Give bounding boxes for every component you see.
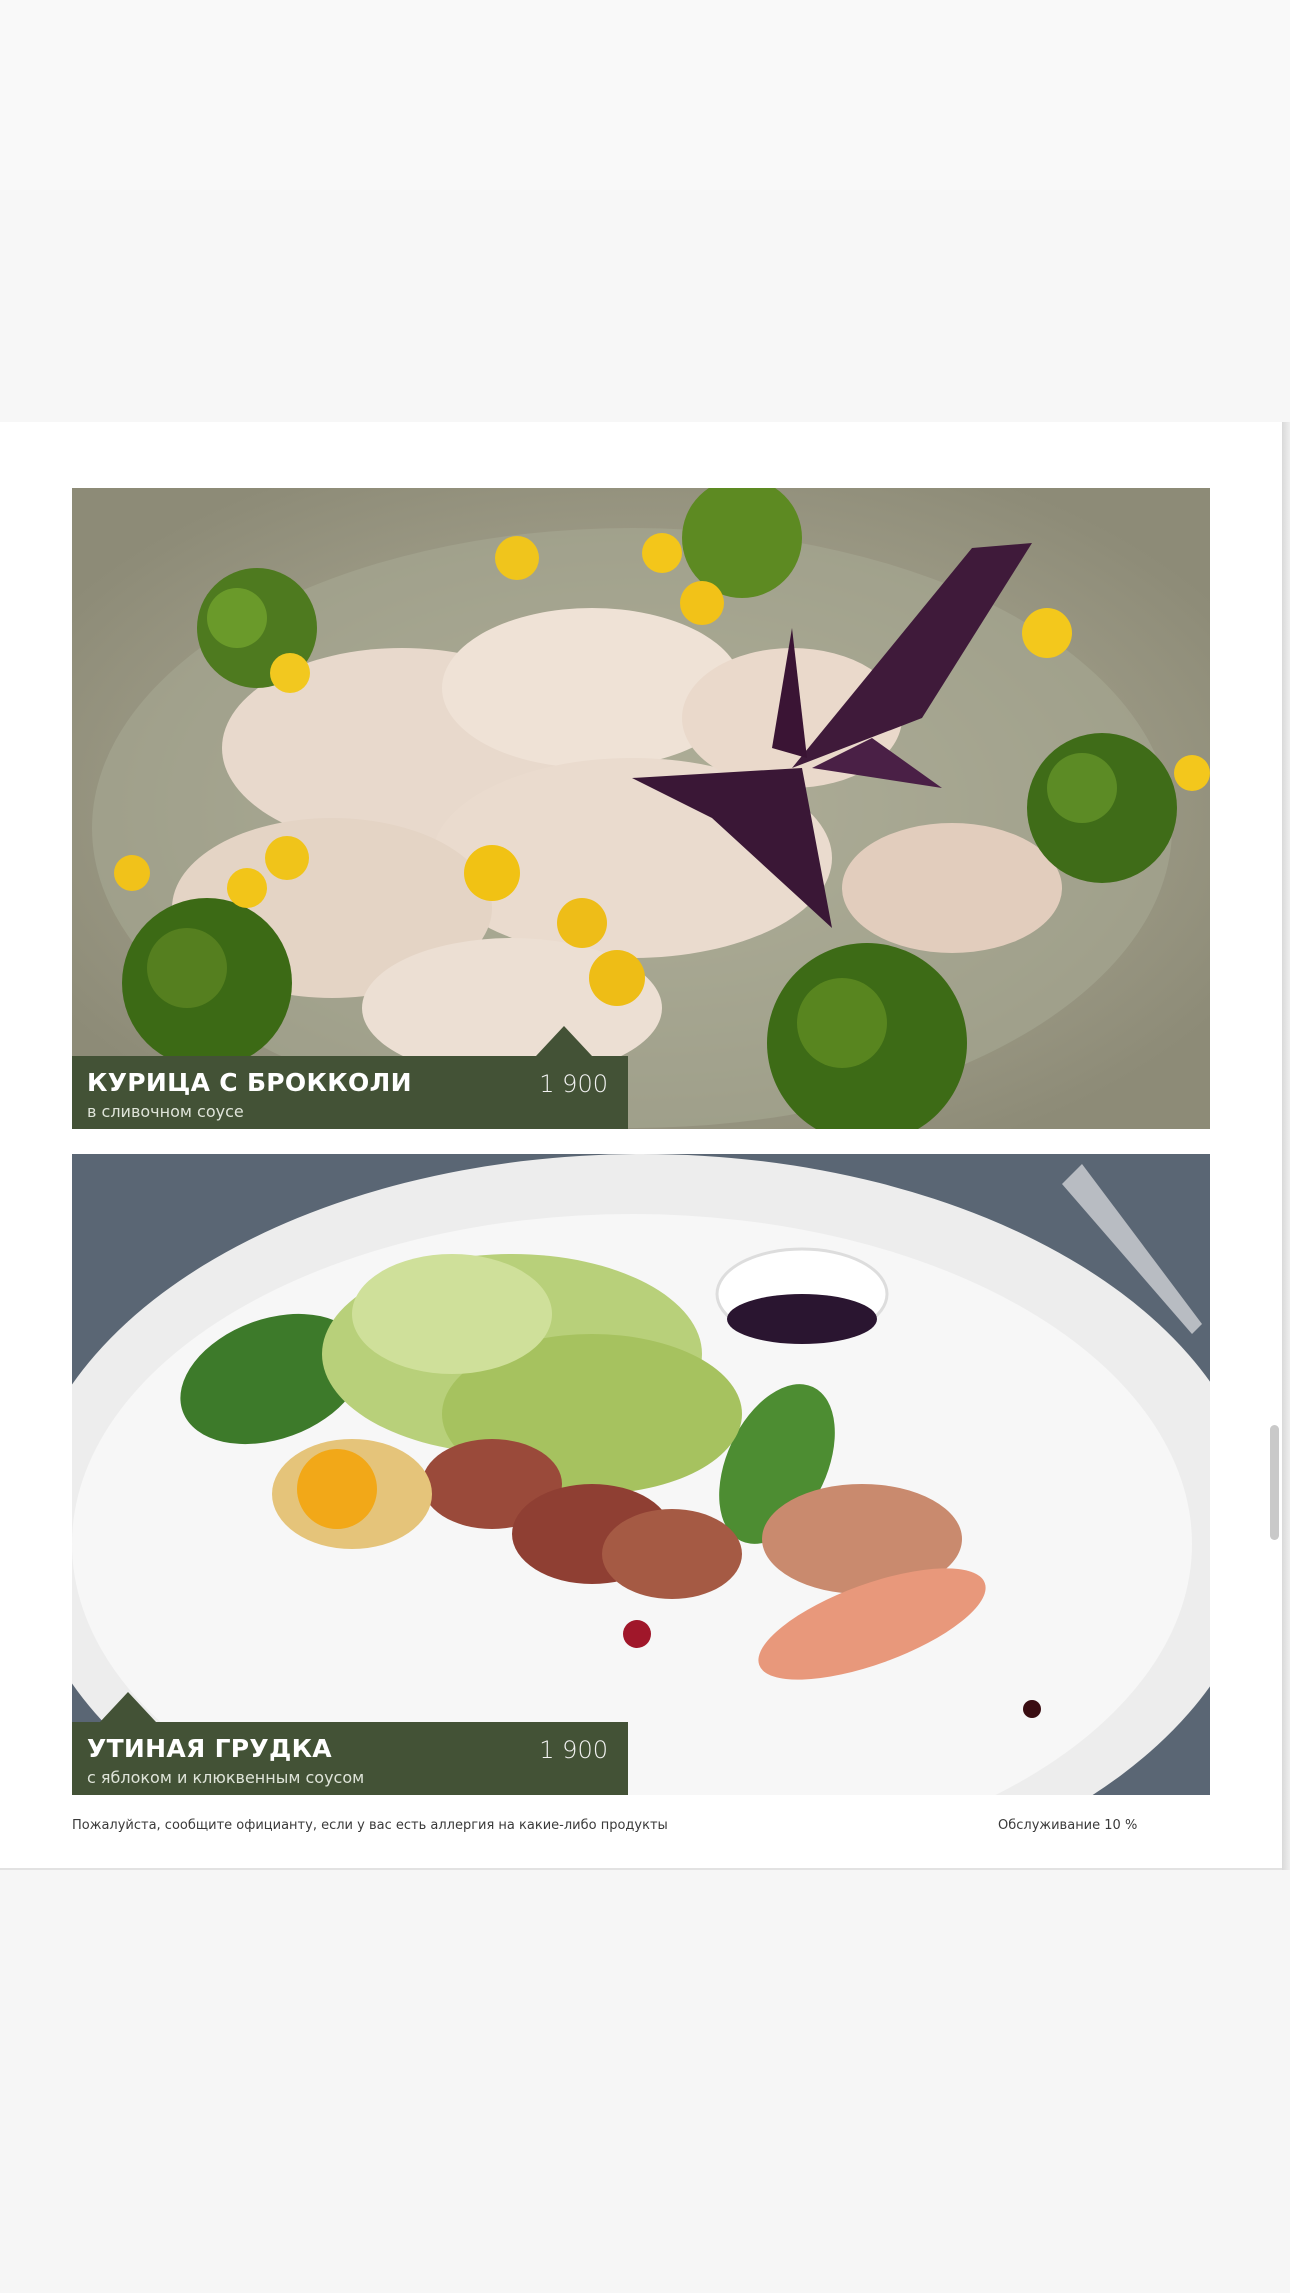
dish-photo-duck-breast: УТИНАЯ ГРУДКА с яблоком и клюквенным соу… [72,1154,1210,1795]
dish-price: 1 900 [539,1736,608,1764]
dish-label-1: КУРИЦА С БРОККОЛИ в сливочном соусе 1 90… [72,1026,628,1129]
dish-name: УТИНАЯ ГРУДКА [87,1734,332,1763]
top-blank-area [0,0,1290,190]
dish-description: с яблоком и клюквенным соусом [87,1768,365,1787]
chicken-broccoli-photo-icon [72,488,1210,1129]
label-notch [100,1692,156,1722]
scrollbar-thumb[interactable] [1270,1425,1279,1540]
dish-price: 1 900 [539,1070,608,1098]
service-charge-note: Обслуживание 10 % [998,1818,1138,1833]
dish-label-2: УТИНАЯ ГРУДКА с яблоком и клюквенным соу… [72,1692,628,1795]
dish-name: КУРИЦА С БРОККОЛИ [87,1068,412,1097]
dish-photo-chicken-broccoli: КУРИЦА С БРОККОЛИ в сливочном соусе 1 90… [72,488,1210,1129]
page-edge-shadow [1282,422,1290,1870]
duck-breast-photo-icon [72,1154,1210,1795]
dish-description: в сливочном соусе [87,1102,244,1121]
top-blank-area-2 [0,190,1290,422]
allergy-note: Пожалуйста, сообщите официанту, если у в… [72,1818,668,1833]
label-notch [536,1026,592,1056]
